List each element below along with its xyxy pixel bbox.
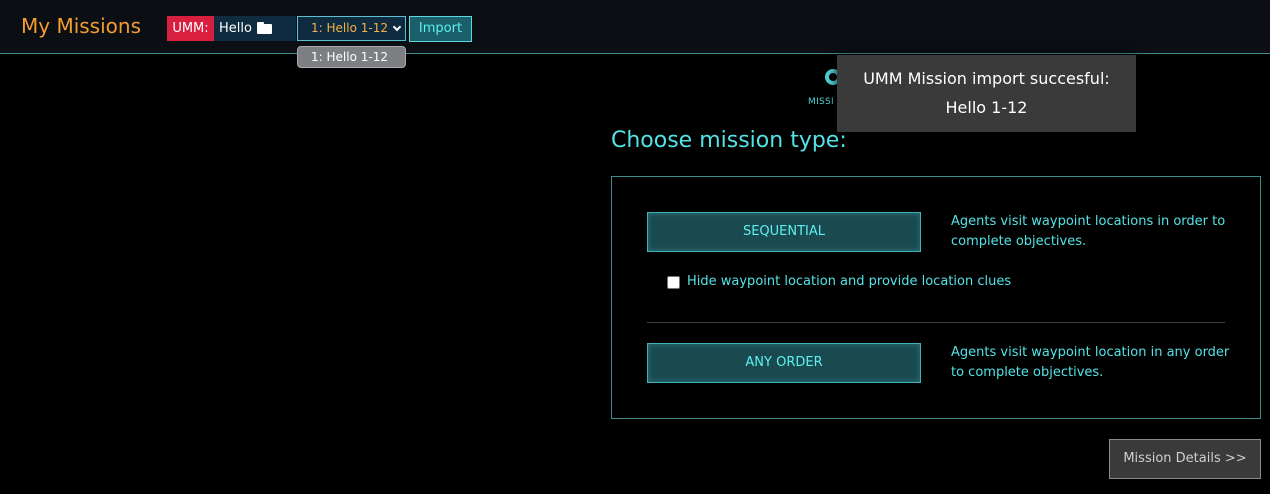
folder-icon[interactable] [257,22,272,34]
any-order-description: Agents visit waypoint location in any or… [951,345,1230,380]
any-order-button[interactable]: ANY ORDER [647,343,921,383]
logo-text: MISSI [808,97,834,107]
mission-dropdown-option[interactable]: 1: Hello 1-12 [297,46,406,68]
mission-type-heading: Choose mission type: [611,128,847,153]
sequential-description: Agents visit waypoint locations in order… [951,214,1226,249]
hide-waypoint-label[interactable]: Hide waypoint location and provide locat… [687,273,1011,291]
mission-type-panel: SEQUENTIAL Agents visit waypoint locatio… [611,176,1261,419]
import-button[interactable]: Import [409,16,472,42]
chevron-down-icon [392,22,402,32]
divider [647,322,1225,323]
mission-select-value: 1: Hello 1-12 [311,21,388,35]
sequential-button[interactable]: SEQUENTIAL [647,212,921,252]
mission-details-button[interactable]: Mission Details >> [1109,439,1261,479]
mission-select[interactable]: 1: Hello 1-12 [297,16,406,41]
toast-subtitle: Hello 1-12 [945,98,1028,117]
umm-badge: UMM: [167,16,214,41]
umm-file-picker[interactable]: Hello [214,16,296,41]
page-title: My Missions [21,14,141,38]
hide-waypoint-checkbox[interactable] [667,276,680,289]
top-bar: My Missions UMM: Hello 1: Hello 1-12 Imp… [0,0,1270,54]
import-toast: UMM Mission import succesful: Hello 1-12 [837,55,1136,132]
toast-title: UMM Mission import succesful: [863,69,1110,88]
umm-file-name: Hello [219,21,252,36]
